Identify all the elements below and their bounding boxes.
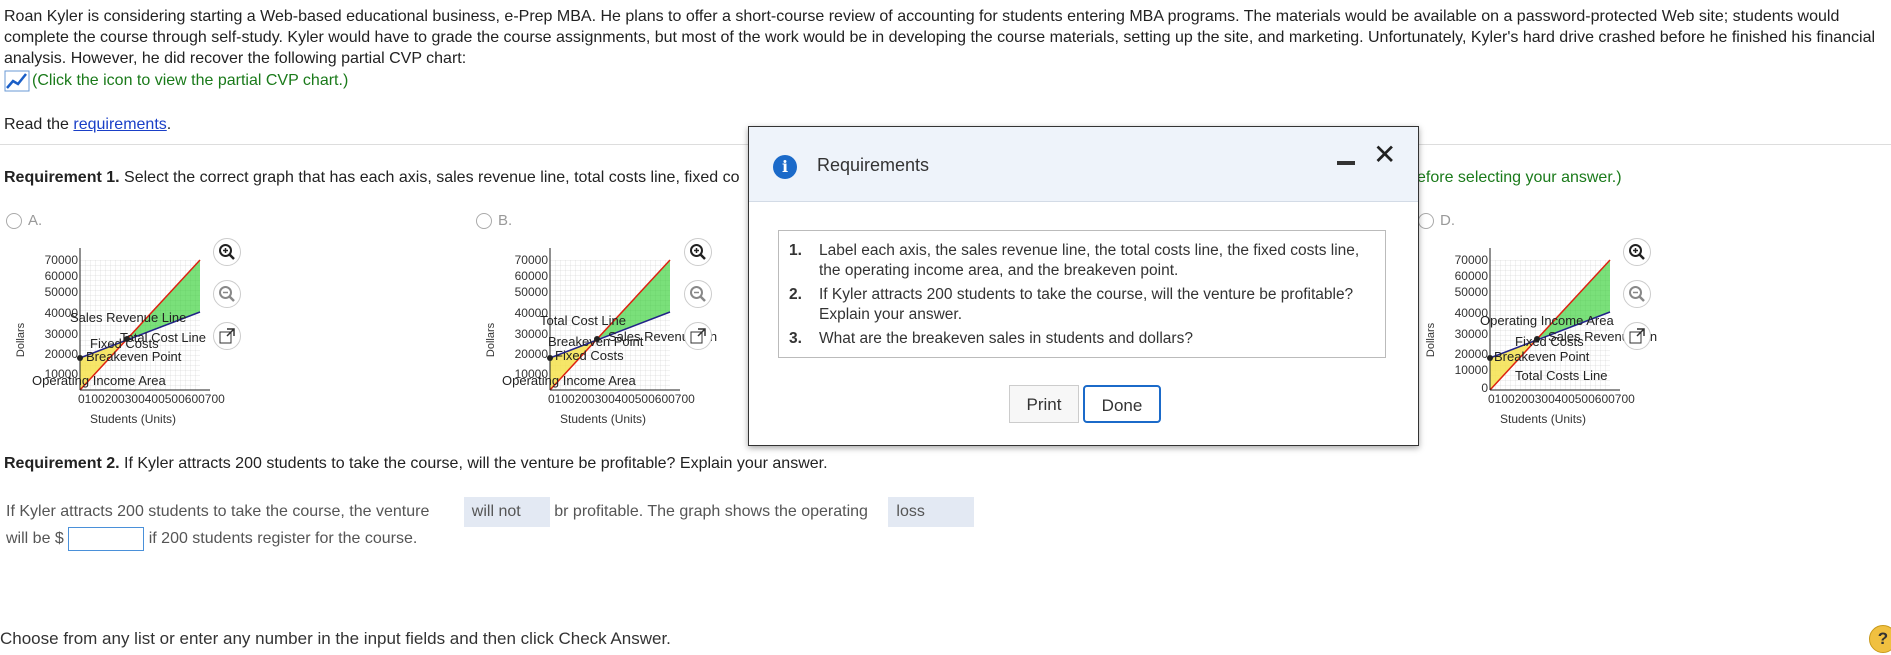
cvp-chart-link[interactable]: (Click the icon to view the partial CVP … (4, 70, 348, 92)
answer-text: will be $ (6, 530, 64, 548)
x-axis-label: Students (Units) (90, 412, 176, 426)
radio-circle[interactable] (1418, 212, 1434, 229)
option-a-radio[interactable]: A. (6, 212, 42, 229)
zoom-in-icon[interactable] (213, 238, 241, 266)
answer-text: If Kyler attracts 200 students to take t… (6, 503, 430, 521)
dialog-title: Requirements (817, 155, 930, 175)
done-button[interactable]: Done (1083, 385, 1161, 423)
y-tick: 10000 (1455, 363, 1489, 377)
list-item: 3. What are the breakeven sales in studen… (779, 329, 1385, 349)
requirements-dialog: i Requirements ✕ 1. Label each axis, the … (748, 126, 1419, 446)
y-axis-label: Dollars (485, 322, 497, 357)
read-prefix: Read the (4, 116, 74, 133)
graph-label: Operating Income Area (502, 373, 636, 388)
x-axis-label: Students (Units) (1500, 412, 1586, 426)
item-number: 1. (789, 242, 802, 259)
item-text: What are the breakeven sales in students… (819, 330, 1193, 347)
requirements-list-box: 1. Label each axis, the sales revenue lin… (778, 230, 1386, 358)
expand-icon[interactable] (213, 322, 241, 350)
x-ticks: 0100200300400500600700 (548, 392, 695, 406)
x-ticks: 0100200300400500600700 (78, 392, 225, 406)
item-number: 3. (789, 330, 802, 347)
y-tick: 20000 (1455, 347, 1489, 361)
minimize-icon[interactable] (1337, 161, 1355, 165)
answer-text: if 200 students register for the course. (148, 530, 418, 548)
y-tick: 50000 (1455, 285, 1489, 299)
info-icon: i (773, 155, 797, 179)
y-tick: 30000 (45, 327, 79, 341)
amount-input[interactable] (68, 527, 145, 551)
y-tick: 50000 (45, 285, 79, 299)
operating-result-dropdown[interactable]: loss (888, 497, 975, 527)
req1-text: Select the correct graph that has each a… (119, 169, 740, 186)
zoom-in-icon[interactable] (684, 238, 712, 266)
profitability-dropdown[interactable]: will not (463, 497, 550, 527)
problem-intro: Roan Kyler is considering starting a Web… (4, 8, 1876, 67)
zoom-in-icon[interactable] (1623, 238, 1651, 266)
graph-label: Total Cost Line (540, 313, 626, 328)
y-tick: 60000 (1455, 269, 1489, 283)
req2-text: If Kyler attracts 200 students to take t… (119, 455, 828, 472)
y-tick: 70000 (1455, 253, 1489, 267)
expand-icon[interactable] (684, 322, 712, 350)
item-number: 2. (789, 286, 802, 303)
y-tick: 70000 (515, 253, 549, 267)
y-tick: 60000 (45, 269, 79, 283)
option-letter: A. (28, 212, 43, 229)
graph-label: Operating Income Area (1480, 313, 1614, 328)
y-tick: 50000 (515, 285, 549, 299)
requirements-list: 1. Label each axis, the sales revenue lin… (779, 231, 1385, 349)
y-tick: 70000 (45, 253, 79, 267)
answer-line-1: If Kyler attracts 200 students to take t… (6, 497, 975, 527)
graph-label: Breakeven Point (86, 349, 182, 364)
answer-line-2: will be $ if 200 students register for t… (6, 527, 417, 551)
y-tick: 60000 (515, 269, 549, 283)
y-tick: 30000 (1455, 327, 1489, 341)
item-text: Label each axis, the sales revenue line,… (819, 242, 1360, 279)
read-requirements: Read the requirements. (4, 116, 171, 134)
requirements-link[interactable]: requirements (73, 116, 166, 133)
zoom-out-icon[interactable] (1623, 280, 1651, 308)
req1-hint-tail: efore selecting your answer.) (1417, 169, 1622, 186)
req1-label: Requirement 1. (4, 169, 120, 186)
chart-icon[interactable] (4, 70, 30, 92)
graph-label: Operating Income Area (32, 373, 166, 388)
expand-icon[interactable] (1623, 322, 1651, 350)
print-button[interactable]: Print (1009, 385, 1079, 423)
option-letter: B. (498, 212, 513, 229)
requirement-2: Requirement 2. If Kyler attracts 200 stu… (4, 455, 828, 473)
option-d-radio[interactable]: D. (1418, 212, 1455, 229)
graph-label: Fixed Costs (555, 348, 624, 363)
read-suffix: . (166, 116, 172, 133)
y-tick: 30000 (515, 327, 549, 341)
list-item: 2. If Kyler attracts 200 students to take… (779, 285, 1385, 325)
radio-circle[interactable] (6, 212, 22, 229)
graph-label: Total Costs Line (1515, 368, 1608, 383)
option-letter: D. (1440, 212, 1455, 229)
dialog-header: i Requirements ✕ (749, 127, 1418, 202)
y-tick: 20000 (515, 347, 549, 361)
x-axis-label: Students (Units) (560, 412, 646, 426)
answer-text: br profitable. The graph shows the opera… (554, 503, 868, 521)
item-text: If Kyler attracts 200 students to take t… (819, 286, 1354, 323)
graph-label: Breakeven Point (1494, 349, 1590, 364)
option-b-radio[interactable]: B. (476, 212, 512, 229)
y-axis-label: Dollars (15, 322, 27, 357)
radio-circle[interactable] (476, 212, 492, 229)
chart-link-text[interactable]: (Click the icon to view the partial CVP … (32, 72, 348, 90)
list-item: 1. Label each axis, the sales revenue lin… (779, 241, 1385, 281)
zoom-out-icon[interactable] (684, 280, 712, 308)
requirement-1: Requirement 1. Select the correct graph … (4, 169, 739, 187)
footer-instruction: Choose from any list or enter any number… (0, 629, 671, 648)
req2-label: Requirement 2. (4, 455, 120, 472)
y-axis-label: Dollars (1425, 322, 1437, 357)
close-icon[interactable]: ✕ (1373, 141, 1396, 169)
x-ticks: 0100200300400500600700 (1488, 392, 1635, 406)
graph-label: Total Cost Line (120, 330, 206, 345)
help-button[interactable]: ? (1869, 625, 1891, 653)
zoom-out-icon[interactable] (213, 280, 241, 308)
y-tick: 20000 (45, 347, 79, 361)
graph-label: Sales Revenue Line (70, 310, 186, 325)
